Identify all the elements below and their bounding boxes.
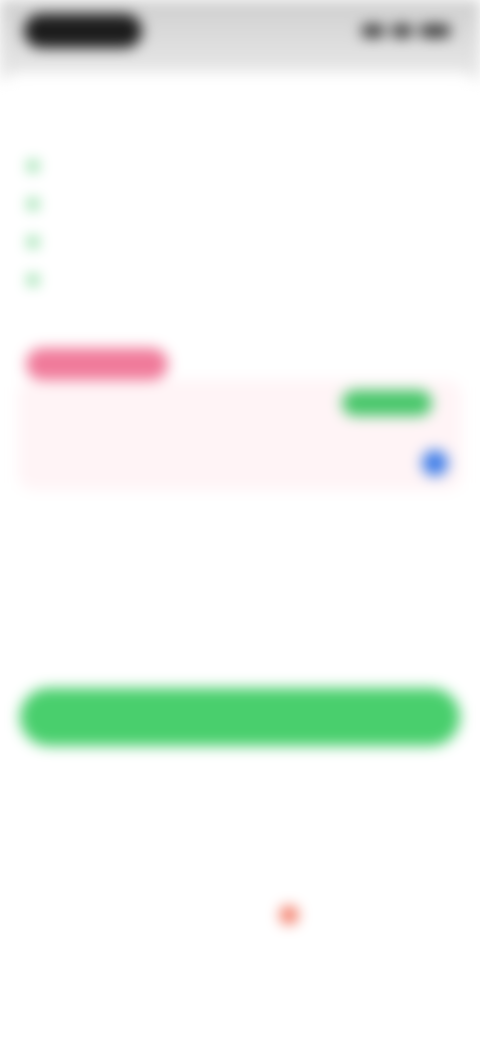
check-icon bbox=[28, 161, 38, 171]
feature-item bbox=[28, 156, 52, 176]
radio-selected-icon[interactable] bbox=[422, 450, 448, 476]
bottom-sheet bbox=[0, 72, 480, 1040]
status-icons bbox=[360, 22, 450, 40]
feature-item bbox=[28, 232, 52, 252]
feature-item bbox=[28, 270, 52, 290]
battery-icon bbox=[420, 25, 450, 37]
check-icon bbox=[28, 199, 38, 209]
time-pill bbox=[24, 14, 142, 48]
wifi-icon bbox=[392, 25, 412, 37]
offer-badge bbox=[26, 348, 168, 380]
signal-icon bbox=[362, 25, 384, 37]
check-icon bbox=[28, 237, 38, 247]
continue-button[interactable] bbox=[20, 688, 460, 746]
footer-subtext bbox=[170, 910, 270, 920]
feature-item bbox=[28, 194, 52, 214]
save-badge bbox=[342, 390, 432, 416]
check-icon bbox=[28, 275, 38, 285]
heart-icon bbox=[280, 906, 298, 924]
status-bar bbox=[0, 0, 480, 80]
sheet-title bbox=[24, 102, 434, 128]
